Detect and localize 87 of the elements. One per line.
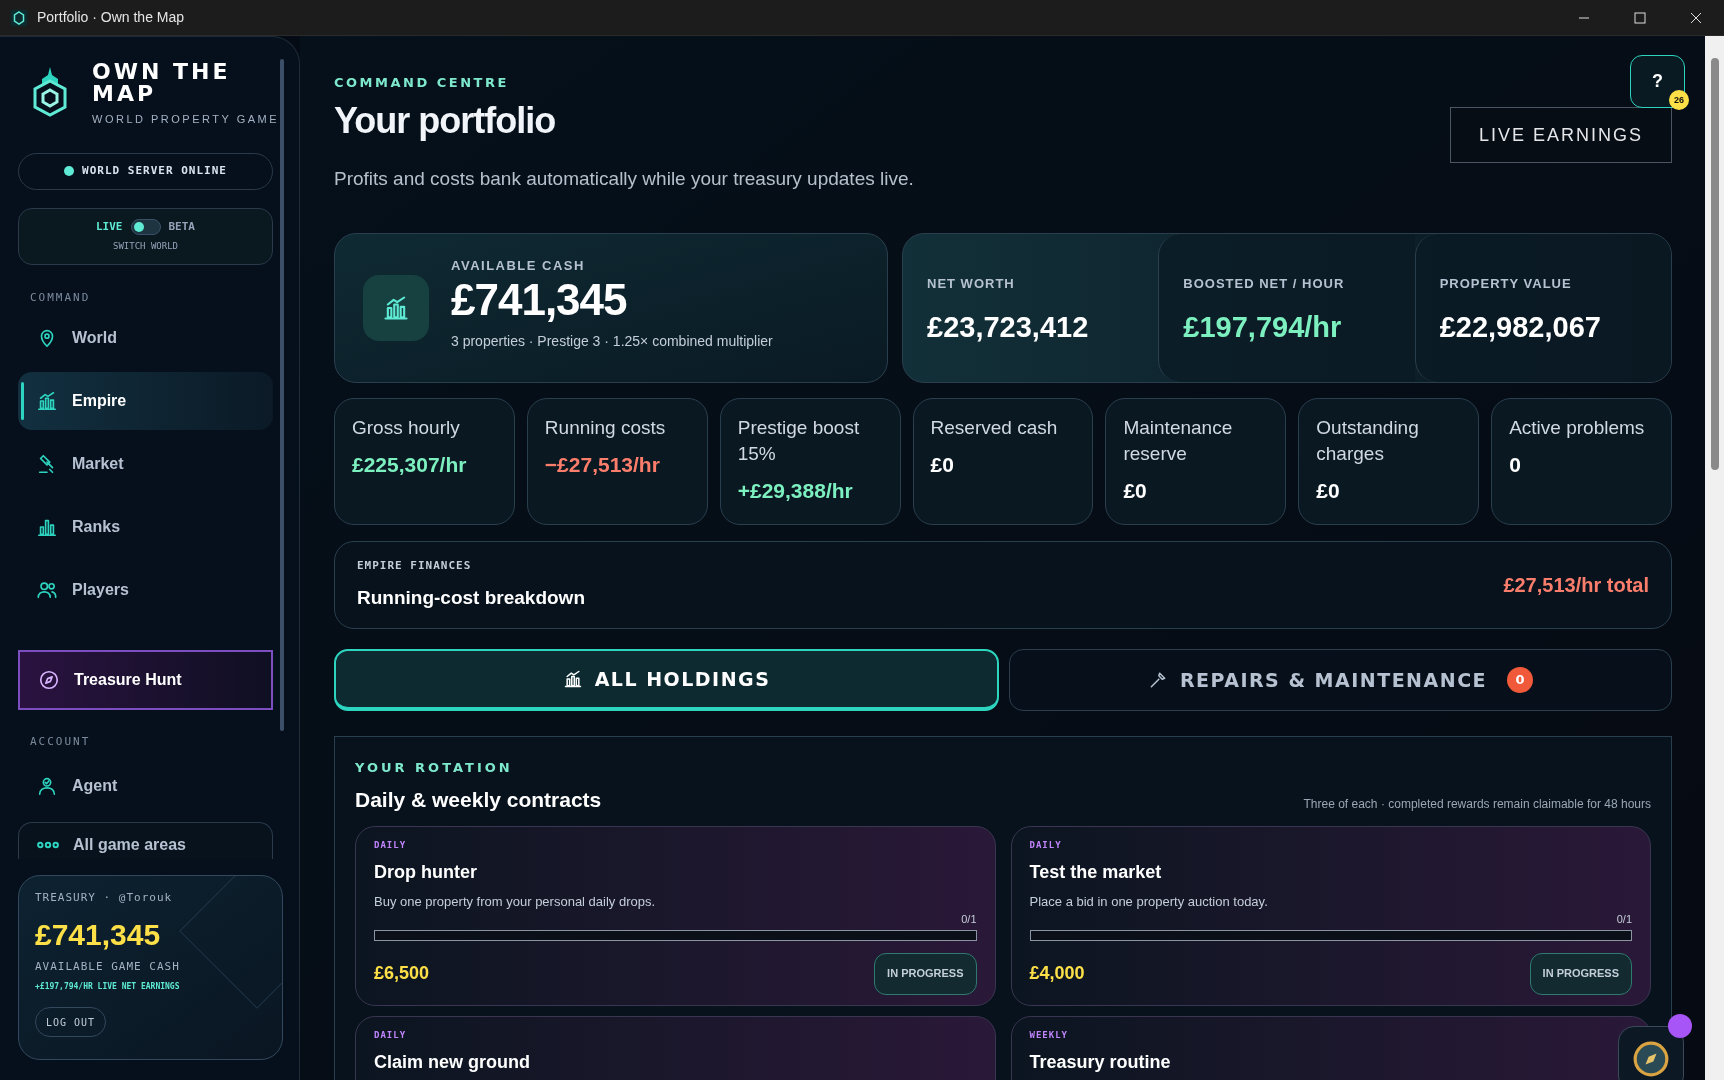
live-label: LIVE — [96, 219, 123, 235]
add-badge — [1668, 1014, 1692, 1038]
brand-name: OWN THE MAP — [92, 61, 232, 105]
compass-icon — [1632, 1040, 1670, 1078]
contracts-title: Daily & weekly contracts — [355, 786, 602, 813]
bar-chart-icon — [382, 294, 410, 322]
page-subtitle: Profits and costs bank automatically while your treasury updates live. — [334, 166, 914, 191]
contract-description: Buy one property from your personal daily drops. — [374, 892, 656, 911]
help-badge: 26 — [1669, 90, 1689, 110]
switch-caption: SWITCH WORLD — [113, 239, 178, 253]
bar-chart-icon — [562, 669, 583, 689]
cash-amount: £741,345 — [451, 275, 627, 326]
contract-title: Drop hunter — [374, 860, 477, 884]
sidebar-item[interactable]: Empire — [18, 372, 273, 430]
summary-label: BOOSTED NET / HOUR — [1183, 275, 1345, 293]
cash-detail: 3 properties · Prestige 3 · 1.25× combined multiplier — [451, 332, 773, 352]
window-title: Portfolio · Own the Map — [37, 8, 185, 27]
contracts-eyebrow: YOUR ROTATION — [355, 759, 513, 777]
status-button[interactable]: IN PROGRESS — [1529, 952, 1632, 995]
contract-period: DAILY — [374, 1029, 407, 1042]
contract-title: Treasury routine — [1029, 1050, 1171, 1074]
stat-value: £0 — [930, 452, 954, 478]
treasury-label: TREASURY · @Torouk — [35, 890, 173, 906]
close-icon — [1690, 11, 1702, 24]
dots-icon — [37, 840, 59, 849]
summary-value: £197,794/hr — [1183, 309, 1342, 345]
maximize-icon — [1634, 11, 1646, 24]
summary-value: £23,723,412 — [927, 309, 1089, 345]
world-toggle[interactable] — [130, 219, 161, 236]
finances-title: Running-cost breakdown — [357, 586, 585, 610]
sidebar-item[interactable]: Players — [18, 561, 273, 619]
status-button[interactable]: IN PROGRESS — [874, 952, 977, 995]
treasury-earnings: +£197,794/HR LIVE NET EARNINGS — [35, 981, 180, 993]
compass-icon — [38, 669, 60, 691]
contract-period: DAILY — [374, 839, 407, 852]
people-icon — [36, 579, 58, 601]
finances-total: £27,513/hr total — [1503, 573, 1649, 598]
contract-period: DAILY — [1029, 839, 1062, 852]
summary-value: £22,982,067 — [1439, 309, 1601, 345]
section-heading: ACCOUNT — [30, 734, 91, 750]
compass-button[interactable] — [1618, 1026, 1684, 1080]
app-icon — [10, 8, 28, 27]
sidebar-item[interactable]: World — [18, 309, 273, 367]
stat-label: Prestige boost 15% — [737, 416, 861, 466]
stat-label: Active problems — [1509, 416, 1645, 440]
stat-label: Running costs — [544, 416, 666, 440]
page-title: Your portfolio — [334, 98, 556, 143]
contract-description: Place a bid in one property auction today. — [1029, 892, 1268, 911]
stat-value: £225,307/hr — [352, 452, 467, 478]
tab[interactable]: ALL HOLDINGS — [334, 649, 999, 711]
contract-title: Claim new ground — [374, 1050, 530, 1074]
status-label: WORLD SERVER ONLINE — [82, 162, 227, 179]
treasury-amount: £741,345 — [35, 918, 161, 951]
contract-reward: £4,000 — [1029, 962, 1085, 985]
cash-label: AVAILABLE CASH — [451, 256, 585, 275]
count-badge: 0 — [1507, 667, 1534, 693]
stat-value: £0 — [1316, 478, 1340, 504]
summary-label: NET WORTH — [927, 275, 1015, 293]
sidebar-item[interactable]: Treasure Hunt — [18, 650, 273, 710]
sidebar-item[interactable]: All game areas — [18, 821, 273, 859]
stat-label: Outstanding charges — [1316, 416, 1420, 466]
stat-label: Gross hourly — [352, 416, 460, 440]
progress-count: 0/1 — [961, 912, 977, 927]
brand-tagline: WORLD PROPERTY GAME — [92, 112, 280, 127]
beta-label: BETA — [168, 219, 195, 235]
live-earnings-button[interactable]: LIVE EARNINGS — [1450, 107, 1672, 163]
contract-title: Test the market — [1029, 860, 1162, 884]
stat-value: £0 — [1123, 478, 1147, 504]
stat-value: +£29,388/hr — [737, 478, 853, 504]
finances-eyebrow: EMPIRE FINANCES — [357, 557, 472, 574]
tab[interactable]: REPAIRS & MAINTENANCE 0 — [1009, 649, 1672, 711]
stat-value: 0 — [1509, 452, 1521, 478]
progress-count: 0/1 — [1616, 912, 1632, 927]
sidebar-item[interactable]: Market — [18, 435, 273, 493]
bar-chart-icon — [36, 390, 58, 412]
sidebar-item[interactable]: Ranks — [18, 498, 273, 556]
stat-value: −£27,513/hr — [544, 452, 660, 478]
contract-reward: £6,500 — [374, 962, 430, 985]
contract-period: WEEKLY — [1029, 1029, 1068, 1042]
summary-label: PROPERTY VALUE — [1439, 275, 1572, 293]
stat-label: Reserved cash — [930, 416, 1058, 440]
treasury-caption: AVAILABLE GAME CASH — [35, 958, 180, 975]
page-eyebrow: COMMAND CENTRE — [334, 74, 509, 92]
sidebar-item[interactable]: Agent — [18, 756, 273, 815]
contracts-note: Three of each · completed rewards remain claimable for 48 hours — [1303, 796, 1651, 813]
section-heading: COMMAND — [30, 289, 91, 306]
stat-label: Maintenance reserve — [1123, 416, 1234, 466]
